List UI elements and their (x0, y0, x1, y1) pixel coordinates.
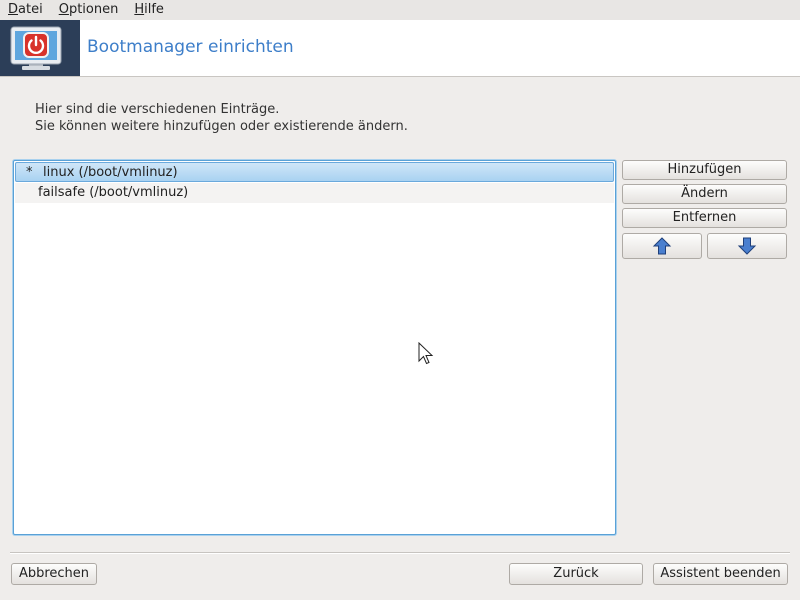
list-item-failsafe[interactable]: failsafe (/boot/vmlinuz) (15, 183, 614, 203)
power-monitor-icon (10, 26, 62, 70)
boot-entries-list[interactable]: * linux (/boot/vmlinuz) failsafe (/boot/… (13, 160, 616, 535)
modify-button[interactable]: Ändern (622, 184, 787, 204)
cancel-button[interactable]: Abbrechen (11, 563, 97, 585)
add-button[interactable]: Hinzufügen (622, 160, 787, 180)
menu-hilfe-label: ilfe (144, 2, 164, 17)
back-button[interactable]: Zurück (509, 563, 643, 585)
menu-bar: Datei Optionen Hilfe (0, 0, 800, 20)
bottom-separator (10, 552, 790, 554)
instructions-text: Hier sind die verschiedenen Einträge. Si… (35, 101, 408, 135)
finish-button[interactable]: Assistent beenden (653, 563, 788, 585)
move-down-button[interactable] (707, 233, 787, 259)
instructions-line-1: Hier sind die verschiedenen Einträge. (35, 102, 280, 117)
menu-optionen[interactable]: Optionen (51, 0, 127, 20)
header-banner: Bootmanager einrichten (0, 20, 800, 77)
banner-icon-box (0, 20, 80, 76)
menu-optionen-mnemonic: O (58, 2, 69, 17)
arrow-down-icon (737, 237, 757, 255)
list-item-linux[interactable]: * linux (/boot/vmlinuz) (15, 162, 614, 182)
menu-datei[interactable]: Datei (0, 0, 51, 20)
menu-hilfe[interactable]: Hilfe (126, 0, 172, 20)
instructions-line-2: Sie können weitere hinzufügen oder exist… (35, 119, 408, 134)
remove-button[interactable]: Entfernen (622, 208, 787, 228)
menu-datei-mnemonic: D (8, 2, 19, 17)
menu-hilfe-mnemonic: H (134, 2, 145, 17)
list-item-label: failsafe (/boot/vmlinuz) (38, 185, 189, 200)
arrow-up-icon (652, 237, 672, 255)
menu-datei-label: atei (18, 2, 43, 17)
app-window: Datei Optionen Hilfe Bootmanager einrich… (0, 0, 800, 600)
page-title: Bootmanager einrichten (87, 37, 294, 57)
default-entry-marker: * (26, 165, 33, 180)
move-up-button[interactable] (622, 233, 702, 259)
menu-optionen-label: ptionen (68, 2, 119, 17)
mouse-pointer-icon (418, 342, 434, 365)
list-item-label: linux (/boot/vmlinuz) (43, 165, 178, 180)
